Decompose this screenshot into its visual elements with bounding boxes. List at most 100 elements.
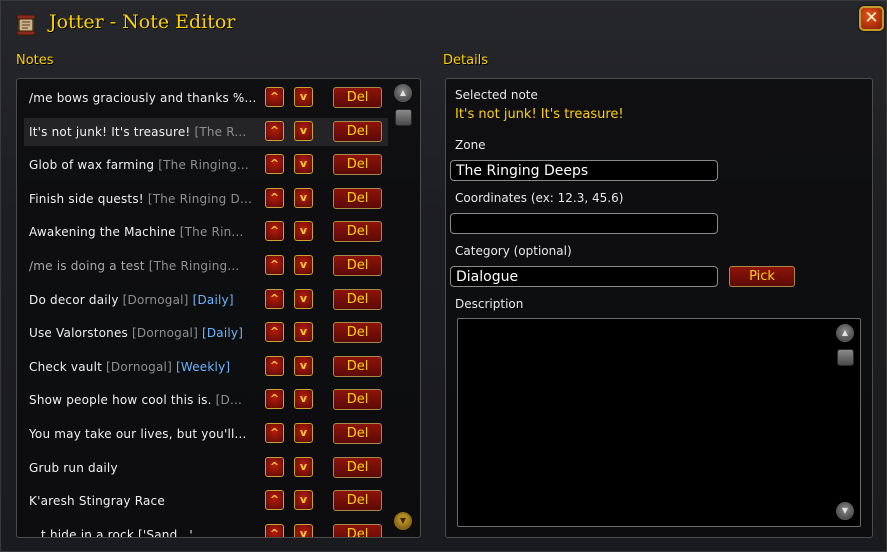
description-scrollbar-thumb[interactable] xyxy=(837,349,854,366)
description-scroll-down-icon[interactable]: ▼ xyxy=(836,502,854,520)
zone-input[interactable]: The Ringing Deeps xyxy=(450,160,718,181)
delete-note-button[interactable]: Del xyxy=(333,456,382,478)
delete-note-button[interactable]: Del xyxy=(333,87,382,108)
note-row[interactable]: It's not junk! It's treasure! [The R... ^… xyxy=(24,117,388,146)
notes-list: /me bows graciously and thanks %... ^ v Del… xyxy=(16,78,421,538)
move-down-button[interactable]: v xyxy=(294,288,313,309)
delete-note-button[interactable]: Del xyxy=(333,322,382,344)
move-up-button[interactable]: ^ xyxy=(265,255,284,275)
move-down-button[interactable]: v xyxy=(294,87,313,107)
note-zone: [The Ringing... xyxy=(148,259,240,273)
note-row[interactable]: Do decor daily [Dornogal] [Daily] ^ v Del xyxy=(24,286,388,314)
delete-note-button[interactable]: Del xyxy=(333,120,382,142)
move-down-button[interactable]: v xyxy=(294,355,313,376)
note-zone: [The Ringing... xyxy=(158,158,249,173)
note-title: Glob of wax farming xyxy=(29,158,155,173)
move-down-button[interactable]: v xyxy=(294,389,313,410)
note-row[interactable]: Check vault [Dornogal] [Weekly] ^ v Del xyxy=(24,353,388,381)
note-row-text: Check vault [Dornogal] [Weekly] xyxy=(29,360,261,374)
scroll-down-icon[interactable]: ▼ xyxy=(394,512,412,530)
description-textarea[interactable]: ▲ ▼ xyxy=(457,318,861,527)
pick-category-button[interactable]: Pick xyxy=(729,266,795,287)
delete-note-button[interactable]: Del xyxy=(333,423,382,444)
note-row-text: Glob of wax farming [The Ringing... xyxy=(29,158,261,172)
delete-note-button[interactable]: Del xyxy=(333,389,382,411)
zone-label: Zone xyxy=(455,138,486,152)
notes-scrollbar-thumb[interactable] xyxy=(395,109,412,126)
note-frequency-badge: [Daily] xyxy=(192,292,234,307)
move-up-button[interactable]: ^ xyxy=(265,120,284,141)
note-row[interactable]: Grub run daily ^ v Del xyxy=(24,454,388,482)
note-zone: [The Ringing D... xyxy=(147,191,252,206)
note-title: Show people how cool this is. xyxy=(29,393,212,408)
move-down-button[interactable]: v xyxy=(294,490,313,511)
delete-note-button[interactable]: Del xyxy=(333,221,382,243)
note-zone: [Dornogal] xyxy=(132,326,198,341)
note-row[interactable]: Use Valorstones [Dornogal] [Daily] ^ v Del xyxy=(24,319,388,347)
move-up-button[interactable]: ^ xyxy=(265,187,284,208)
note-row-text: Do decor daily [Dornogal] [Daily] xyxy=(29,293,261,307)
selected-note-value: It's not junk! It's treasure! xyxy=(455,107,624,122)
note-row[interactable]: /me is doing a test [The Ringing... ^ v Del xyxy=(24,252,388,280)
move-down-button[interactable]: v xyxy=(294,187,313,208)
window-title: Jotter - Note Editor xyxy=(49,11,236,33)
delete-note-button[interactable]: Del xyxy=(333,523,382,537)
note-row-text: ...t hide in a rock ['Sand...'... xyxy=(29,528,261,537)
move-up-button[interactable]: ^ xyxy=(265,221,284,242)
move-down-button[interactable]: v xyxy=(294,322,313,343)
move-down-button[interactable]: v xyxy=(294,255,313,275)
move-up-button[interactable]: ^ xyxy=(265,490,284,511)
description-scroll-up-icon[interactable]: ▲ xyxy=(836,324,854,342)
delete-note-button[interactable]: Del xyxy=(333,355,382,377)
move-up-button[interactable]: ^ xyxy=(265,423,284,443)
note-zone: [Dornogal] xyxy=(106,359,172,374)
note-row-text: Awakening the Machine [The Rin... xyxy=(29,225,261,239)
note-row[interactable]: Show people how cool this is. [D... ^ v Del xyxy=(24,386,388,414)
move-down-button[interactable]: v xyxy=(294,154,313,175)
move-up-button[interactable]: ^ xyxy=(265,523,284,537)
note-title: Finish side quests! xyxy=(29,191,144,206)
delete-note-button[interactable]: Del xyxy=(333,154,382,176)
delete-note-button[interactable]: Del xyxy=(333,490,382,512)
title-bar[interactable]: Jotter - Note Editor ✕ xyxy=(1,1,887,45)
note-row[interactable]: K'aresh Stingray Race ^ v Del xyxy=(24,487,388,515)
close-button[interactable]: ✕ xyxy=(859,6,884,31)
note-row-text: Grub run daily xyxy=(29,461,261,475)
delete-note-button[interactable]: Del xyxy=(333,255,382,276)
move-up-button[interactable]: ^ xyxy=(265,389,284,410)
delete-note-button[interactable]: Del xyxy=(333,288,382,310)
note-row[interactable]: Awakening the Machine [The Rin... ^ v Del xyxy=(24,218,388,246)
coordinates-input[interactable] xyxy=(450,213,718,234)
move-up-button[interactable]: ^ xyxy=(265,456,284,477)
category-input[interactable]: Dialogue xyxy=(450,266,718,287)
details-panel: Selected note It's not junk! It's treasu… xyxy=(445,78,873,538)
note-frequency-badge: [Daily] xyxy=(201,326,244,341)
category-label: Category (optional) xyxy=(455,244,572,258)
move-up-button[interactable]: ^ xyxy=(265,355,284,376)
note-row-text: K'aresh Stingray Race xyxy=(29,494,261,508)
scroll-up-icon[interactable]: ▲ xyxy=(394,84,412,102)
note-row[interactable]: You may take our lives, but you'll... ^ v D… xyxy=(24,420,388,448)
note-title: Do decor daily xyxy=(29,292,119,307)
note-title: /me bows graciously and thanks %... xyxy=(29,91,257,105)
delete-note-button[interactable]: Del xyxy=(333,187,382,209)
move-down-button[interactable]: v xyxy=(294,120,313,141)
note-row-text: It's not junk! It's treasure! [The R... xyxy=(29,125,261,139)
note-title: Use Valorstones xyxy=(29,326,129,341)
move-down-button[interactable]: v xyxy=(294,221,313,242)
move-up-button[interactable]: ^ xyxy=(265,288,284,309)
note-row[interactable]: ...t hide in a rock ['Sand...'... ^ v Del xyxy=(24,521,388,537)
move-down-button[interactable]: v xyxy=(294,523,313,537)
note-row[interactable]: /me bows graciously and thanks %... ^ v Del xyxy=(24,84,388,112)
move-down-button[interactable]: v xyxy=(294,456,313,477)
note-row-text: Use Valorstones [Dornogal] [Daily] xyxy=(29,326,261,340)
move-up-button[interactable]: ^ xyxy=(265,87,284,107)
move-up-button[interactable]: ^ xyxy=(265,154,284,175)
move-up-button[interactable]: ^ xyxy=(265,322,284,343)
note-row[interactable]: Finish side quests! [The Ringing D... ^ v D… xyxy=(24,185,388,213)
note-row[interactable]: Glob of wax farming [The Ringing... ^ v Del xyxy=(24,151,388,179)
move-down-button[interactable]: v xyxy=(294,423,313,443)
note-row-text: /me bows graciously and thanks %... xyxy=(29,91,261,105)
note-title: Grub run daily xyxy=(29,460,118,475)
note-zone: [The R... xyxy=(194,124,247,139)
